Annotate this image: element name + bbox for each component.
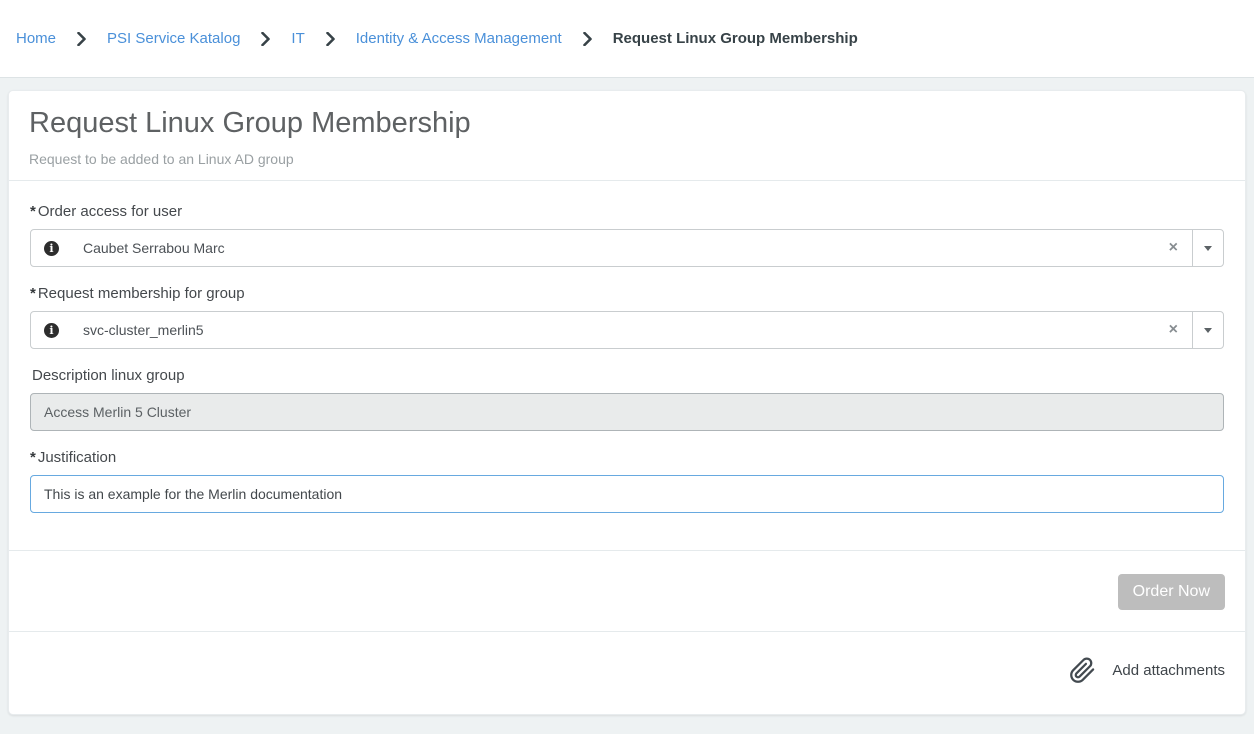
breadcrumb: Home PSI Service Katalog IT Identity & A… xyxy=(16,30,858,47)
caret-down-icon xyxy=(1204,246,1212,251)
order-now-button[interactable]: Order Now xyxy=(1118,574,1225,610)
selected-user-value: Caubet Serrabou Marc xyxy=(83,240,1169,256)
breadcrumb-psi-service-katalog[interactable]: PSI Service Katalog xyxy=(107,30,240,47)
field-description-linux-group: Description linux group Access Merlin 5 … xyxy=(30,365,1224,431)
required-asterisk: * xyxy=(30,201,36,222)
actions-bar: Order Now xyxy=(9,551,1245,632)
field-label: Description linux group xyxy=(30,365,1224,386)
breadcrumb-home[interactable]: Home xyxy=(16,30,56,47)
card-header: Request Linux Group Membership Request t… xyxy=(9,91,1245,181)
dropdown-toggle[interactable] xyxy=(1192,230,1223,266)
page-subtitle: Request to be added to an Linux AD group xyxy=(29,152,1225,167)
user-reference-select[interactable]: i Caubet Serrabou Marc × xyxy=(30,229,1224,267)
field-request-membership-for-group: * Request membership for group i svc-clu… xyxy=(30,283,1224,349)
add-attachments-control[interactable]: Add attachments xyxy=(9,632,1245,714)
chevron-right-icon xyxy=(261,32,270,46)
breadcrumb-it[interactable]: IT xyxy=(291,30,304,47)
page-title: Request Linux Group Membership xyxy=(29,103,1225,143)
add-attachments-label: Add attachments xyxy=(1112,662,1225,679)
breadcrumb-current-page: Request Linux Group Membership xyxy=(613,30,858,47)
field-label-text: Description linux group xyxy=(32,365,185,386)
chevron-right-icon xyxy=(326,32,335,46)
field-label-text: Request membership for group xyxy=(38,283,245,304)
info-icon[interactable]: i xyxy=(44,323,59,338)
selected-group-value: svc-cluster_merlin5 xyxy=(83,322,1169,338)
paperclip-icon xyxy=(1069,657,1096,684)
field-justification: * Justification xyxy=(30,447,1224,513)
field-label: * Justification xyxy=(30,447,1224,468)
chevron-right-icon xyxy=(583,32,592,46)
dropdown-toggle[interactable] xyxy=(1192,312,1223,348)
field-label: * Request membership for group xyxy=(30,283,1224,304)
breadcrumb-bar: Home PSI Service Katalog IT Identity & A… xyxy=(0,0,1254,78)
chevron-right-icon xyxy=(77,32,86,46)
field-label-text: Justification xyxy=(38,447,116,468)
required-asterisk: * xyxy=(30,447,36,468)
clear-icon[interactable]: × xyxy=(1169,322,1178,338)
description-readonly-field: Access Merlin 5 Cluster xyxy=(30,393,1224,431)
form-body: * Order access for user i Caubet Serrabo… xyxy=(9,181,1245,551)
justification-input[interactable] xyxy=(30,475,1224,513)
catalog-item-card: Request Linux Group Membership Request t… xyxy=(8,90,1246,715)
caret-down-icon xyxy=(1204,328,1212,333)
field-label: * Order access for user xyxy=(30,201,1224,222)
breadcrumb-identity-access-management[interactable]: Identity & Access Management xyxy=(356,30,562,47)
clear-icon[interactable]: × xyxy=(1169,240,1178,256)
field-label-text: Order access for user xyxy=(38,201,182,222)
group-reference-select[interactable]: i svc-cluster_merlin5 × xyxy=(30,311,1224,349)
required-asterisk: * xyxy=(30,283,36,304)
info-icon[interactable]: i xyxy=(44,241,59,256)
field-order-access-for-user: * Order access for user i Caubet Serrabo… xyxy=(30,201,1224,267)
